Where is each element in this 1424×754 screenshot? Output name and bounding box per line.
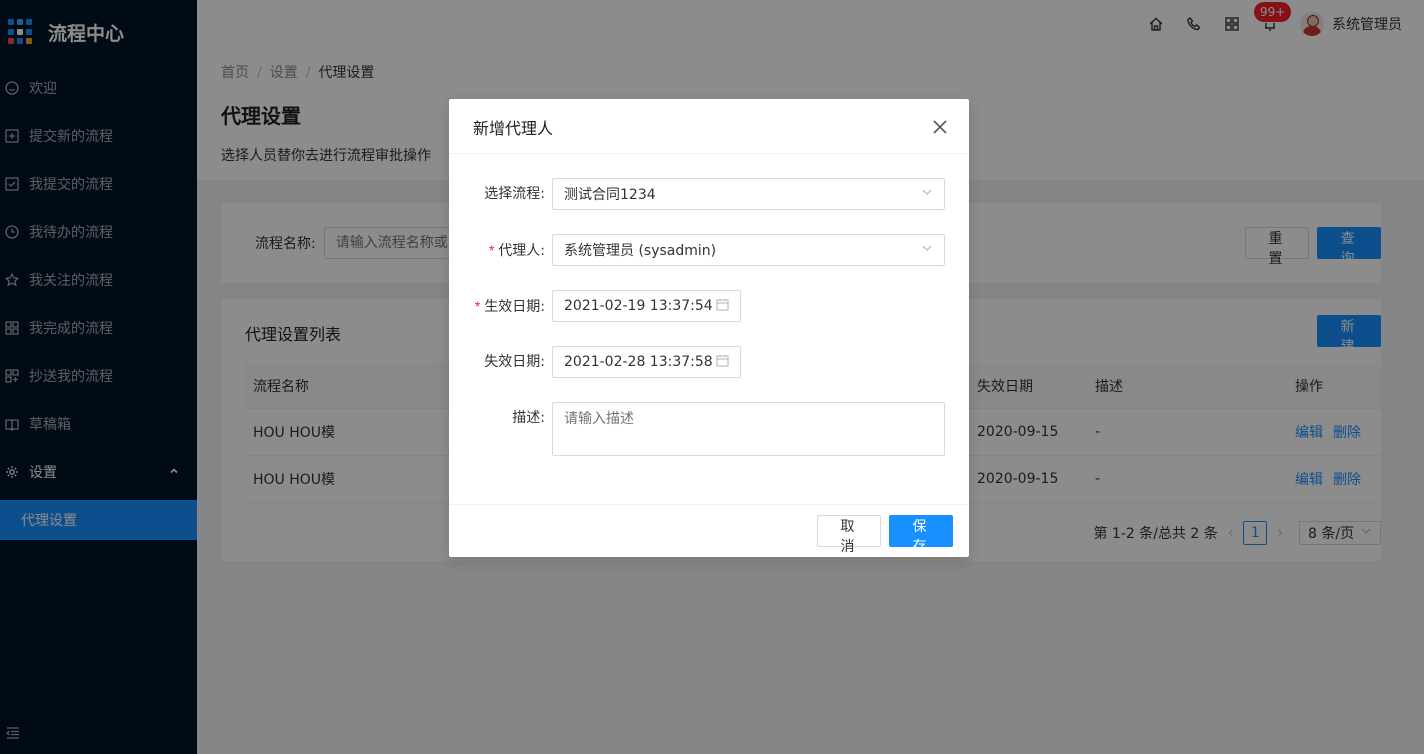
modal-title: 新增代理人 — [473, 119, 554, 138]
start-date-value: 2021-02-19 13:37:54 — [564, 298, 713, 314]
agent-label: * 代理人: — [488, 242, 545, 259]
add-agent-modal: 新增代理人 选择流程: 测试合同1234 * 代理人: 系统管理员 (sysadm… — [449, 99, 969, 557]
end-date-value: 2021-02-28 13:37:58 — [564, 354, 713, 370]
process-select[interactable]: 测试合同1234 — [552, 178, 945, 210]
calendar-icon — [716, 354, 729, 371]
modal-footer: 取 消 保 存 — [449, 504, 969, 557]
chevron-down-icon — [921, 186, 933, 202]
close-icon[interactable] — [933, 119, 947, 134]
cancel-button[interactable]: 取 消 — [817, 515, 881, 555]
agent-select-value: 系统管理员 (sysadmin) — [564, 243, 717, 259]
start-date-label: * 生效日期: — [474, 298, 545, 315]
chevron-down-icon — [921, 242, 933, 258]
agent-select[interactable]: 系统管理员 (sysadmin) — [552, 234, 945, 266]
save-button[interactable]: 保 存 — [889, 515, 953, 555]
required-mark: * — [474, 298, 481, 314]
end-date-label: 失效日期: — [484, 354, 545, 370]
modal-header: 新增代理人 — [449, 99, 969, 154]
process-label: 选择流程: — [484, 186, 545, 202]
required-mark: * — [488, 242, 495, 258]
start-date-picker[interactable]: 2021-02-19 13:37:54 — [552, 290, 741, 322]
description-label: 描述: — [512, 410, 545, 426]
calendar-icon — [716, 298, 729, 315]
end-date-picker[interactable]: 2021-02-28 13:37:58 — [552, 346, 741, 378]
description-textarea[interactable] — [552, 402, 945, 456]
process-select-value: 测试合同1234 — [564, 187, 656, 203]
